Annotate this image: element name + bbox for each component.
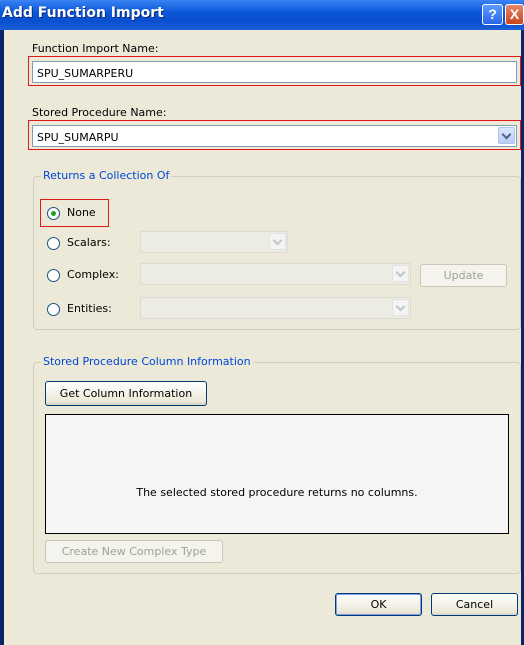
no-columns-message: The selected stored procedure returns no… — [136, 486, 418, 499]
add-function-import-dialog: Add Function Import ? X Function Import … — [0, 0, 524, 645]
title-bar[interactable]: Add Function Import ? X — [0, 0, 524, 30]
scalars-select[interactable] — [140, 231, 288, 253]
radio-entities[interactable] — [47, 303, 60, 316]
ok-button[interactable]: OK — [335, 593, 422, 616]
window-title: Add Function Import — [2, 5, 164, 21]
cancel-button[interactable]: Cancel — [431, 593, 518, 616]
close-icon[interactable]: X — [505, 4, 524, 25]
stored-procedure-label: Stored Procedure Name: — [32, 106, 167, 119]
chevron-down-icon[interactable] — [269, 233, 286, 250]
update-button[interactable]: Update — [420, 264, 507, 287]
radio-complex-label: Complex: — [67, 268, 119, 281]
radio-scalars-label: Scalars: — [67, 236, 111, 249]
radio-none[interactable] — [47, 207, 60, 220]
entities-select[interactable] — [140, 297, 411, 319]
radio-none-label: None — [67, 206, 96, 219]
function-import-name-input[interactable]: SPU_SUMARPERU — [32, 61, 517, 83]
radio-entities-label: Entities: — [67, 302, 112, 315]
function-import-label: Function Import Name: — [32, 42, 159, 55]
column-info-legend: Stored Procedure Column Information — [41, 355, 253, 368]
stored-procedure-value: SPU_SUMARPU — [37, 131, 119, 144]
help-icon[interactable]: ? — [482, 4, 503, 25]
get-column-information-button[interactable]: Get Column Information — [45, 381, 207, 406]
chevron-down-icon[interactable] — [392, 265, 409, 282]
returns-collection-legend: Returns a Collection Of — [41, 169, 172, 182]
create-new-complex-type-button[interactable]: Create New Complex Type — [45, 540, 223, 563]
stored-procedure-select[interactable]: SPU_SUMARPU — [32, 125, 517, 147]
radio-complex[interactable] — [47, 269, 60, 282]
complex-select[interactable] — [140, 263, 411, 285]
chevron-down-icon[interactable] — [392, 299, 409, 316]
column-info-panel: The selected stored procedure returns no… — [45, 414, 509, 534]
radio-scalars[interactable] — [47, 237, 60, 250]
chevron-down-icon[interactable] — [498, 127, 515, 144]
